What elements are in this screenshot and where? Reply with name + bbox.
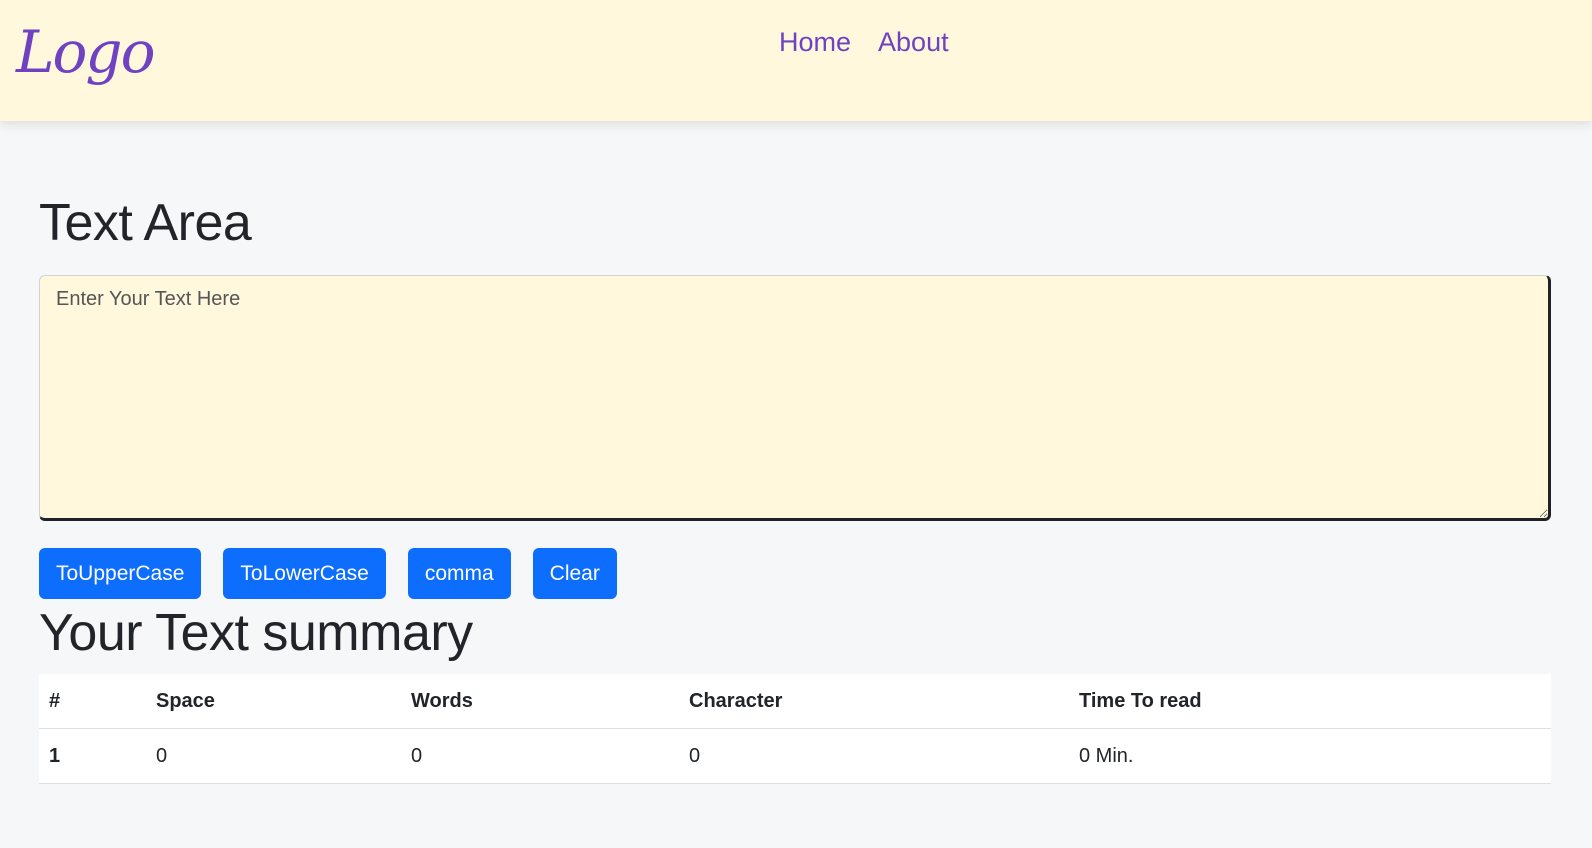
- column-header-time-to-read: Time To read: [1069, 674, 1551, 729]
- action-buttons: ToUpperCase ToLowerCase comma Clear: [39, 548, 617, 599]
- word-count-cell: 0: [401, 728, 679, 784]
- text-input[interactable]: [39, 275, 1551, 521]
- space-count-cell: 0: [146, 728, 401, 784]
- nav-link-home[interactable]: Home: [779, 24, 851, 60]
- column-header-words: Words: [401, 674, 679, 729]
- column-header-space: Space: [146, 674, 401, 729]
- column-header-character: Character: [679, 674, 1069, 729]
- table-row: 1 0 0 0 0 Min.: [39, 728, 1551, 784]
- column-header-number: #: [39, 674, 146, 729]
- to-uppercase-button[interactable]: ToUpperCase: [39, 548, 202, 599]
- nav-links: Home About: [779, 24, 949, 60]
- clear-button[interactable]: Clear: [532, 548, 617, 599]
- page-title: Text Area: [39, 194, 252, 252]
- comma-button[interactable]: comma: [407, 548, 511, 599]
- row-number-cell: 1: [39, 728, 146, 784]
- summary-table: # Space Words Character Time To read 1 0…: [39, 674, 1551, 784]
- to-lowercase-button[interactable]: ToLowerCase: [223, 548, 386, 599]
- logo[interactable]: Logo: [16, 12, 155, 92]
- character-count-cell: 0: [679, 728, 1069, 784]
- summary-title: Your Text summary: [39, 604, 473, 662]
- navbar: Logo Home About: [0, 0, 1592, 121]
- nav-link-about[interactable]: About: [878, 24, 949, 60]
- table-header-row: # Space Words Character Time To read: [39, 674, 1551, 729]
- time-to-read-cell: 0 Min.: [1069, 728, 1551, 784]
